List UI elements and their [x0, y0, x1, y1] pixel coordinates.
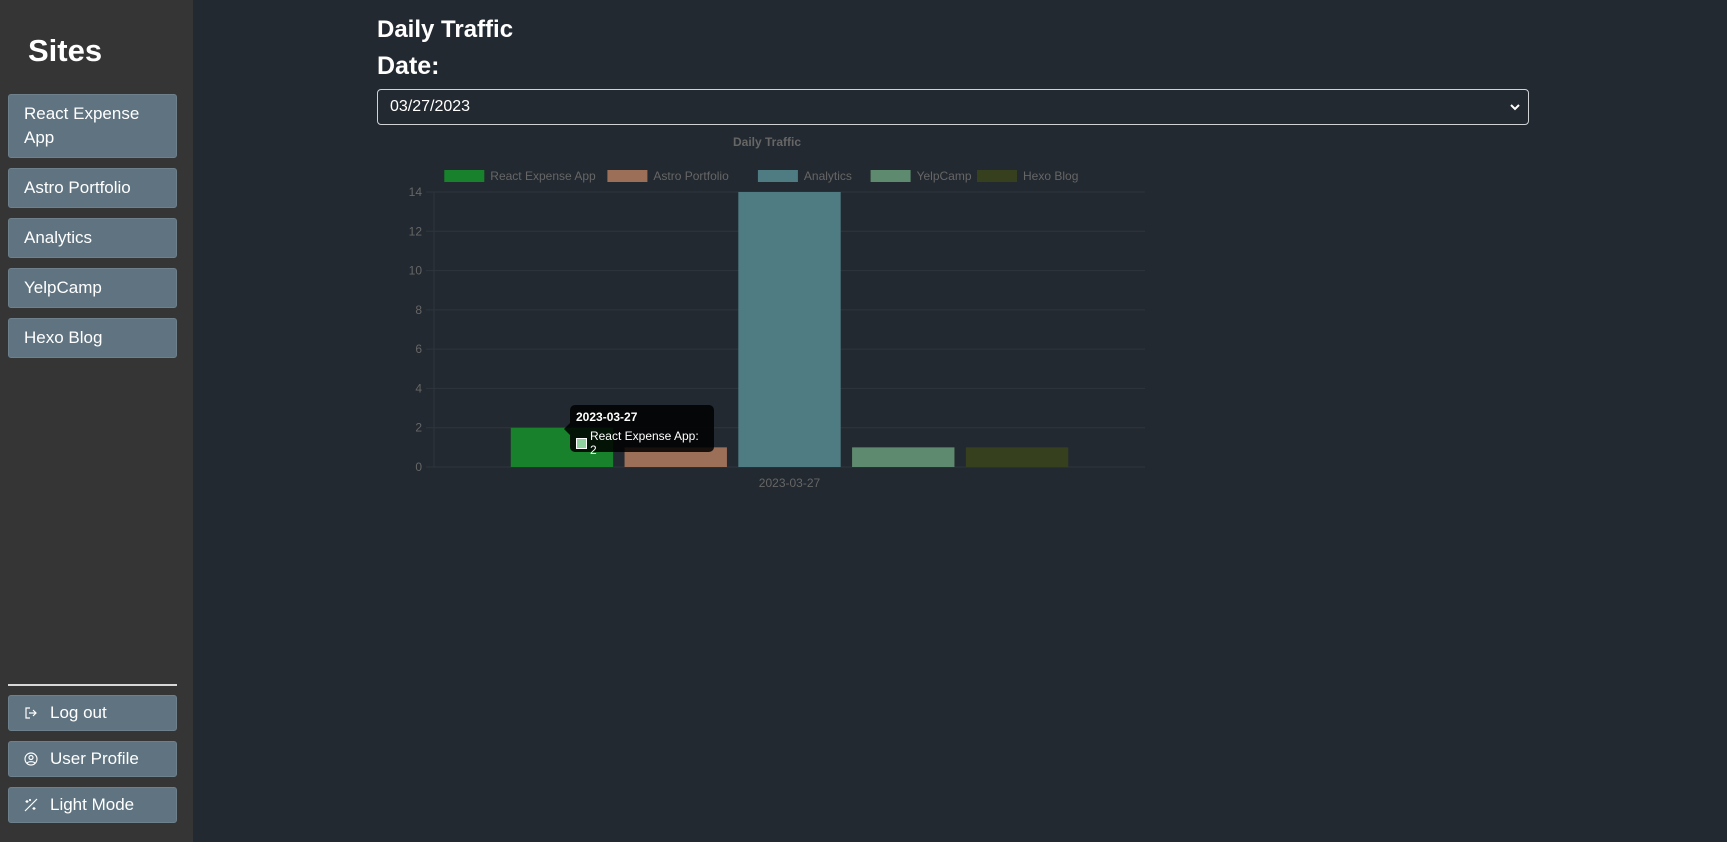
user-profile-button[interactable]: User Profile	[8, 741, 177, 777]
site-label: YelpCamp	[24, 278, 102, 297]
legend-swatch	[870, 170, 911, 182]
y-tick-label: 4	[415, 381, 422, 395]
daily-traffic-chart[interactable]: Daily Traffic React Expense App Astro Port…	[377, 130, 1157, 500]
date-select-value: 03/27/2023	[390, 98, 471, 115]
sidebar: Sites React Expense App Astro Portfolio …	[0, 0, 193, 842]
logout-button[interactable]: Log out	[8, 695, 177, 731]
tooltip-row: React Expense App: 2	[576, 429, 708, 457]
legend-swatch	[977, 170, 1017, 182]
light-mode-label: Light Mode	[50, 795, 135, 814]
bar	[965, 447, 1069, 467]
y-tick-label: 10	[409, 264, 423, 278]
legend-label: Astro Portfolio	[653, 169, 729, 183]
y-tick-label: 8	[415, 303, 422, 317]
y-tick-label: 14	[409, 185, 423, 199]
legend-swatch	[607, 170, 648, 182]
page-title: Daily Traffic	[377, 16, 514, 43]
site-button-react-expense-app[interactable]: React Expense App	[8, 94, 177, 158]
bar	[738, 192, 841, 467]
tooltip-label: React Expense App: 2	[589, 429, 699, 457]
light-mode-button[interactable]: Light Mode	[8, 787, 177, 823]
tooltip-title: 2023-03-27	[576, 410, 638, 424]
chart-tooltip: 2023-03-27 React Expense App: 2	[564, 405, 714, 457]
legend-label: React Expense App	[490, 169, 596, 183]
chevron-down-icon	[1508, 99, 1522, 120]
sidebar-title: Sites	[28, 33, 103, 68]
legend-label: Hexo Blog	[1023, 169, 1078, 183]
theme-toggle-icon	[24, 798, 38, 812]
legend-swatch	[757, 170, 798, 182]
legend-swatch	[444, 170, 485, 182]
site-label: Astro Portfolio	[24, 178, 131, 197]
tooltip-caret	[564, 423, 570, 435]
legend-label: YelpCamp	[917, 169, 972, 183]
tooltip-swatch	[576, 437, 587, 449]
site-label: Hexo Blog	[24, 328, 103, 347]
y-tick-label: 12	[409, 224, 423, 238]
user-circle-icon	[24, 752, 38, 766]
site-label: Analytics	[24, 228, 93, 247]
legend-label: Analytics	[804, 169, 852, 183]
logout-label: Log out	[50, 703, 107, 722]
bar	[852, 447, 955, 467]
y-tick-label: 6	[415, 342, 422, 356]
site-button-analytics[interactable]: Analytics	[8, 218, 177, 258]
site-button-yelpcamp[interactable]: YelpCamp	[8, 268, 177, 308]
site-button-hexo-blog[interactable]: Hexo Blog	[8, 318, 177, 358]
x-tick-label: 2023-03-27	[759, 476, 821, 490]
site-button-astro-portfolio[interactable]: Astro Portfolio	[8, 168, 177, 208]
user-profile-label: User Profile	[50, 749, 139, 768]
y-tick-label: 0	[415, 460, 422, 474]
y-tick-label: 2	[415, 421, 422, 435]
logout-icon	[24, 706, 38, 720]
sidebar-divider	[8, 684, 177, 686]
chart-title: Daily Traffic	[733, 135, 801, 149]
site-label: React Expense App	[24, 104, 140, 147]
date-label: Date:	[377, 52, 440, 80]
date-select[interactable]: 03/27/2023	[377, 89, 1529, 125]
